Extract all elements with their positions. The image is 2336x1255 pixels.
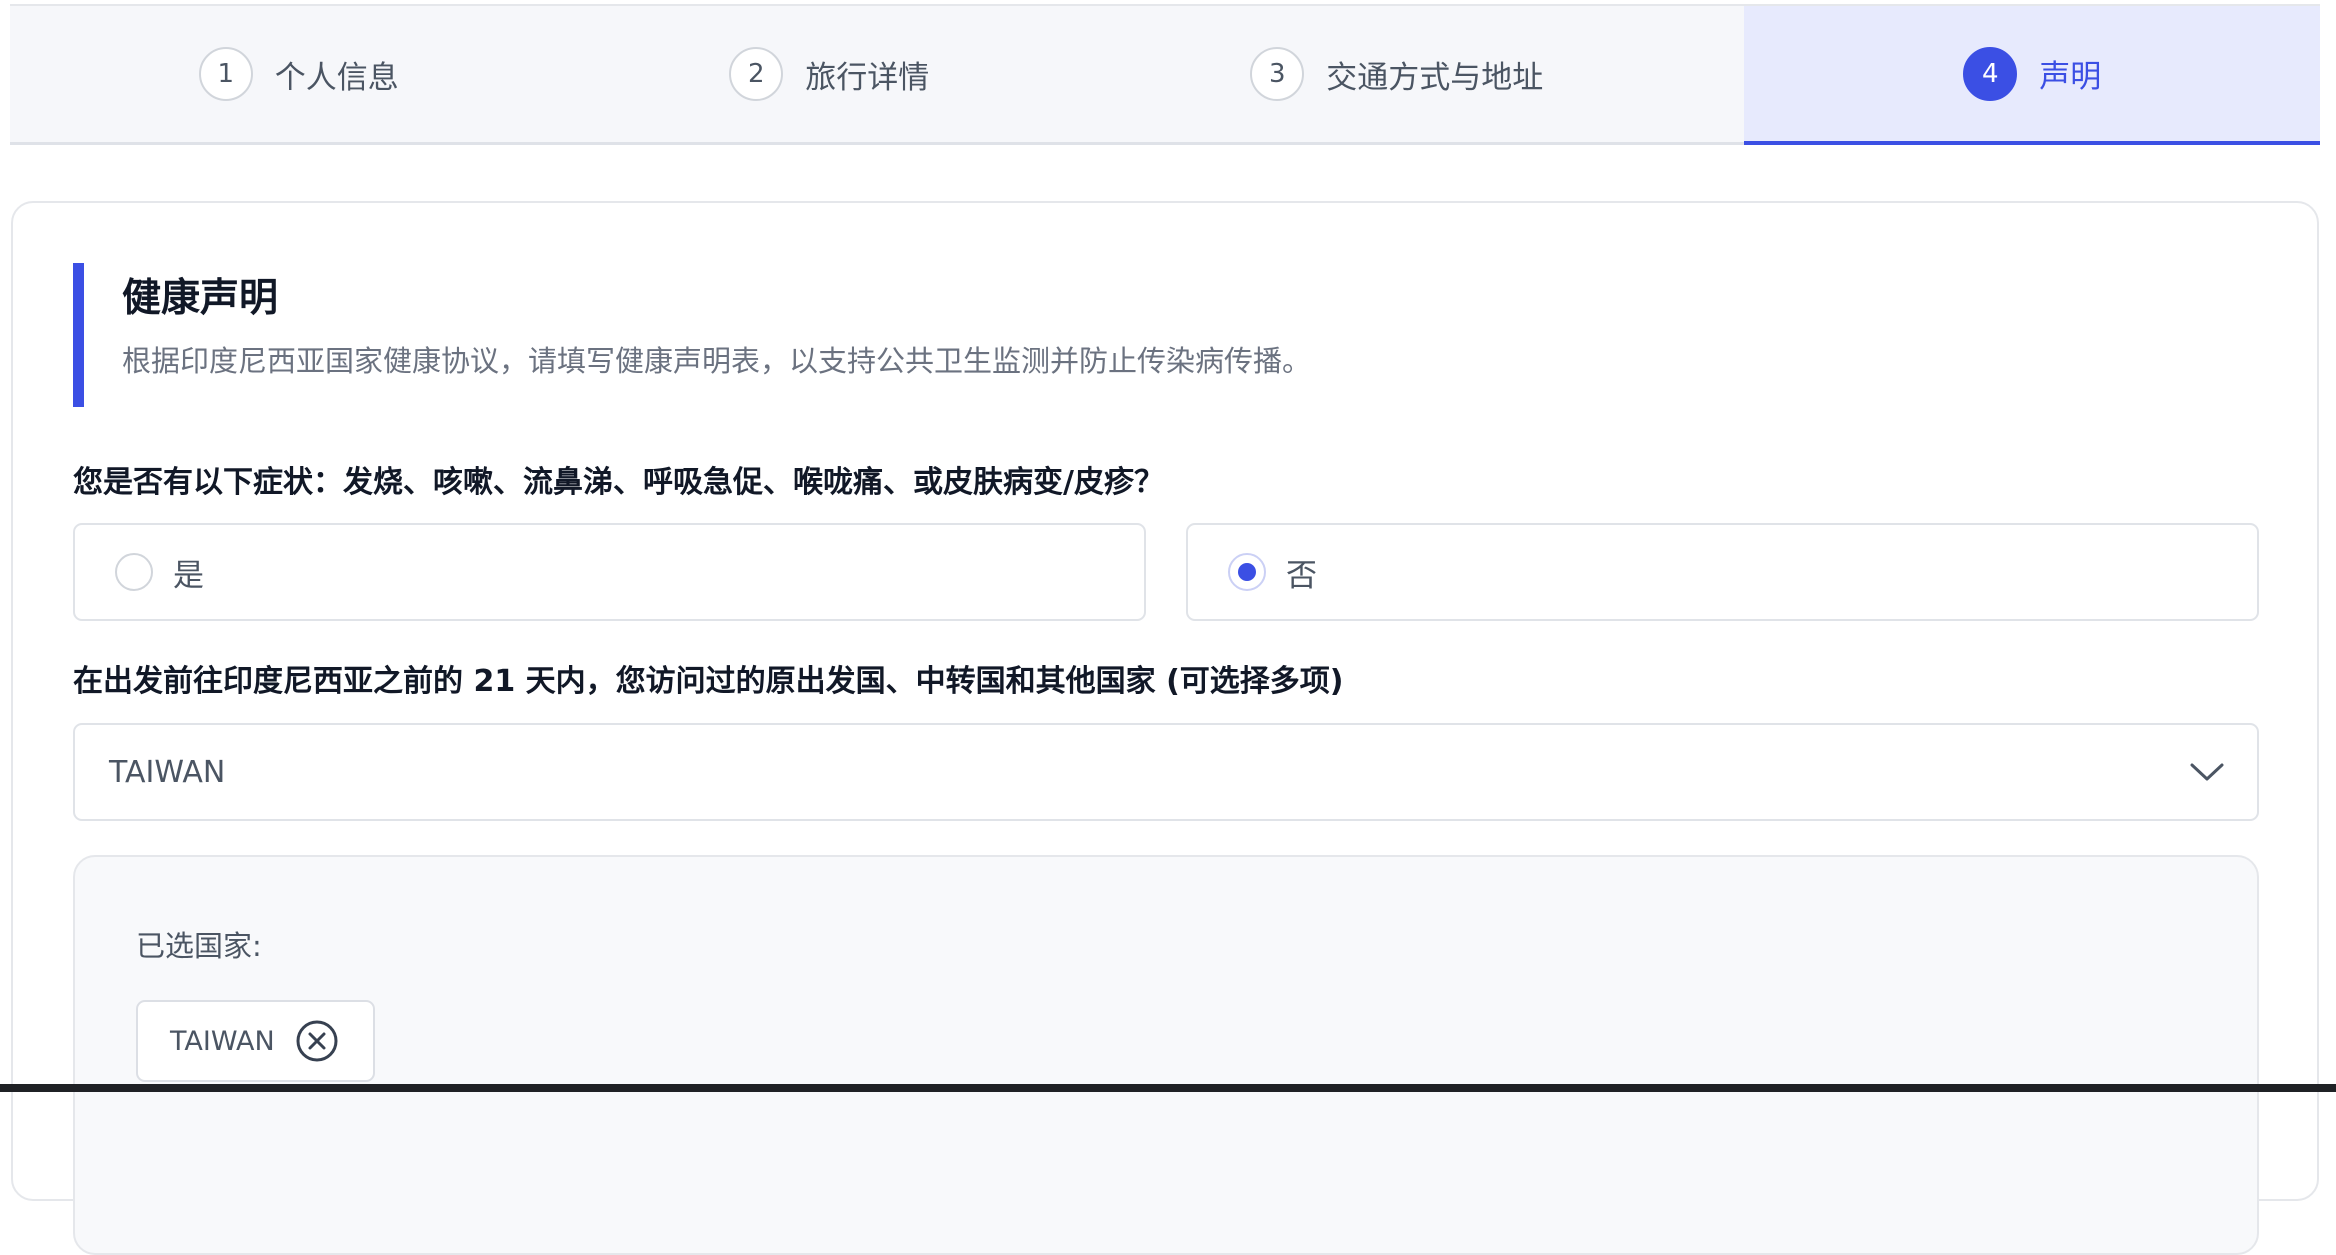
symptoms-yes-option[interactable]: 是 xyxy=(73,523,1146,621)
step-number: 1 xyxy=(198,47,253,101)
step-declaration[interactable]: 4 声明 xyxy=(1744,6,2320,145)
select-value: TAIWAN xyxy=(109,754,226,790)
radio-label: 否 xyxy=(1286,557,1317,594)
radio-label: 是 xyxy=(173,557,204,594)
chip-label: TAIWAN xyxy=(170,1025,275,1057)
country-chip: TAIWAN xyxy=(136,1000,375,1082)
step-travel-details[interactable]: 2 旅行详情 xyxy=(588,6,1167,142)
radio-dot xyxy=(1238,563,1256,581)
chevron-down-icon[interactable] xyxy=(2187,752,2227,792)
close-circle-icon[interactable] xyxy=(295,1019,339,1063)
section-description: 根据印度尼西亚国家健康协议，请填写健康声明表，以支持公共卫生监测并防止传染病传播… xyxy=(122,344,1312,378)
step-number: 3 xyxy=(1250,47,1305,101)
section-title: 健康声明 xyxy=(122,276,279,321)
countries-question-label: 在出发前往印度尼西亚之前的 21 天内，您访问过的原出发国、中转国和其他国家 (… xyxy=(73,664,1344,699)
selected-countries-panel: 已选国家: TAIWAN xyxy=(73,855,2259,1255)
bottom-edge-bar xyxy=(0,1084,2336,1092)
symptoms-no-option[interactable]: 否 xyxy=(1186,523,2259,621)
radio-checked-icon[interactable] xyxy=(1228,553,1266,591)
selected-countries-title: 已选国家: xyxy=(136,929,262,963)
health-declaration-card: 健康声明 根据印度尼西亚国家健康协议，请填写健康声明表，以支持公共卫生监测并防止… xyxy=(11,201,2319,1255)
symptoms-question-label: 您是否有以下症状：发烧、咳嗽、流鼻涕、呼吸急促、喉咙痛、或皮肤病变/皮疹？ xyxy=(73,465,1164,500)
step-label: 个人信息 xyxy=(274,59,399,96)
progress-stepper: 1 个人信息 2 旅行详情 3 交通方式与地址 4 声明 xyxy=(10,4,2320,145)
step-number: 2 xyxy=(729,47,784,101)
step-label: 声明 xyxy=(2039,59,2102,95)
countries-select[interactable]: TAIWAN xyxy=(73,723,2259,821)
radio-unchecked-icon[interactable] xyxy=(115,553,153,591)
step-label: 旅行详情 xyxy=(805,59,930,96)
step-personal-info[interactable]: 1 个人信息 xyxy=(10,6,588,142)
step-transport-address[interactable]: 3 交通方式与地址 xyxy=(1167,6,1745,142)
step-label: 交通方式与地址 xyxy=(1326,59,1544,96)
step-number: 4 xyxy=(1963,46,2018,101)
section-header: 健康声明 根据印度尼西亚国家健康协议，请填写健康声明表，以支持公共卫生监测并防止… xyxy=(73,263,1622,407)
